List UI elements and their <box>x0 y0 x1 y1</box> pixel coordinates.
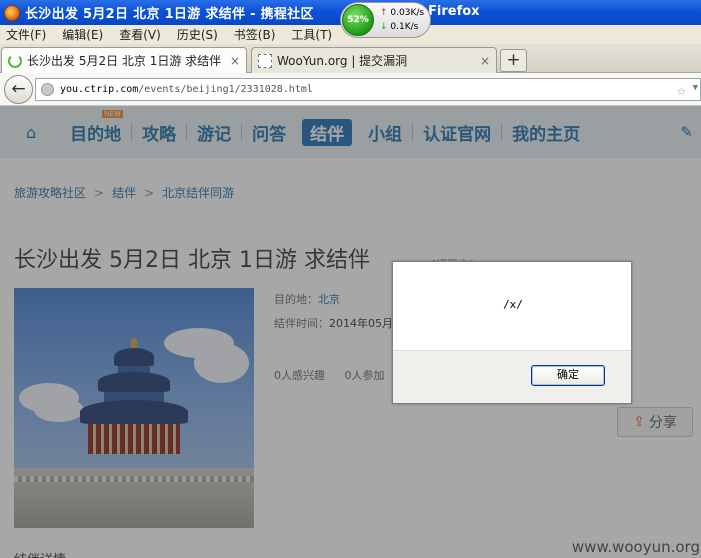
download-rate: 0.1K/s <box>390 22 419 32</box>
firefox-icon <box>4 4 20 21</box>
globe-icon <box>41 83 54 96</box>
tab-strip: 长沙出发 5月2日 北京 1日游 求结伴 ... × WooYun.org | … <box>0 44 701 73</box>
window-title: 长沙出发 5月2日 北京 1日游 求结伴 - 携程社区 <box>25 7 314 22</box>
tab-wooyun[interactable]: WooYun.org | 提交漏洞 × <box>251 47 497 73</box>
url-host: you.ctrip.com <box>60 84 139 95</box>
tab-close-icon[interactable]: × <box>230 54 240 68</box>
menu-edit[interactable]: 编辑(E) <box>62 26 103 43</box>
bookmark-star-icon[interactable]: ☆ <box>677 81 686 99</box>
menu-file[interactable]: 文件(F) <box>6 26 46 43</box>
navigation-toolbar: ← you.ctrip.com/events/beijing1/2331028.… <box>0 73 701 106</box>
network-rates: ↑ 0.03K/s ↓ 0.1K/s <box>380 6 424 34</box>
upload-rate: 0.03K/s <box>390 8 425 18</box>
ok-button[interactable]: 确定 <box>531 365 605 386</box>
upload-arrow-icon: ↑ <box>380 8 388 18</box>
download-arrow-icon: ↓ <box>380 22 388 32</box>
menu-bookmarks[interactable]: 书签(B) <box>234 26 276 43</box>
alert-footer: 确定 <box>393 350 631 403</box>
tab-title: WooYun.org | 提交漏洞 <box>277 54 408 68</box>
url-bar[interactable]: you.ctrip.com/events/beijing1/2331028.ht… <box>35 78 701 101</box>
tab-ctrip[interactable]: 长沙出发 5月2日 北京 1日游 求结伴 ... × <box>1 47 247 73</box>
menu-view[interactable]: 查看(V) <box>119 26 161 43</box>
network-meter-widget[interactable]: 52% ↑ 0.03K/s ↓ 0.1K/s <box>340 2 431 38</box>
back-button[interactable]: ← <box>4 75 33 104</box>
url-path: /events/beijing1/2331028.html <box>138 84 313 95</box>
menu-tools[interactable]: 工具(T) <box>291 26 332 43</box>
alert-dialog: /x/ 确定 <box>392 261 632 404</box>
menu-history[interactable]: 历史(S) <box>177 26 218 43</box>
loading-spinner-icon <box>8 53 22 68</box>
tab-close-icon[interactable]: × <box>480 54 490 68</box>
url-dropdown-icon[interactable]: ▼ <box>693 83 698 93</box>
alert-message: /x/ <box>503 298 523 311</box>
new-tab-button[interactable]: + <box>500 49 527 72</box>
page-icon <box>258 53 272 68</box>
window-title-suffix: Firefox <box>428 4 480 19</box>
cpu-usage-gauge: 52% <box>342 4 374 36</box>
tab-title: 长沙出发 5月2日 北京 1日游 求结伴 ... <box>27 54 224 68</box>
watermark: www.wooyun.org <box>571 538 700 556</box>
